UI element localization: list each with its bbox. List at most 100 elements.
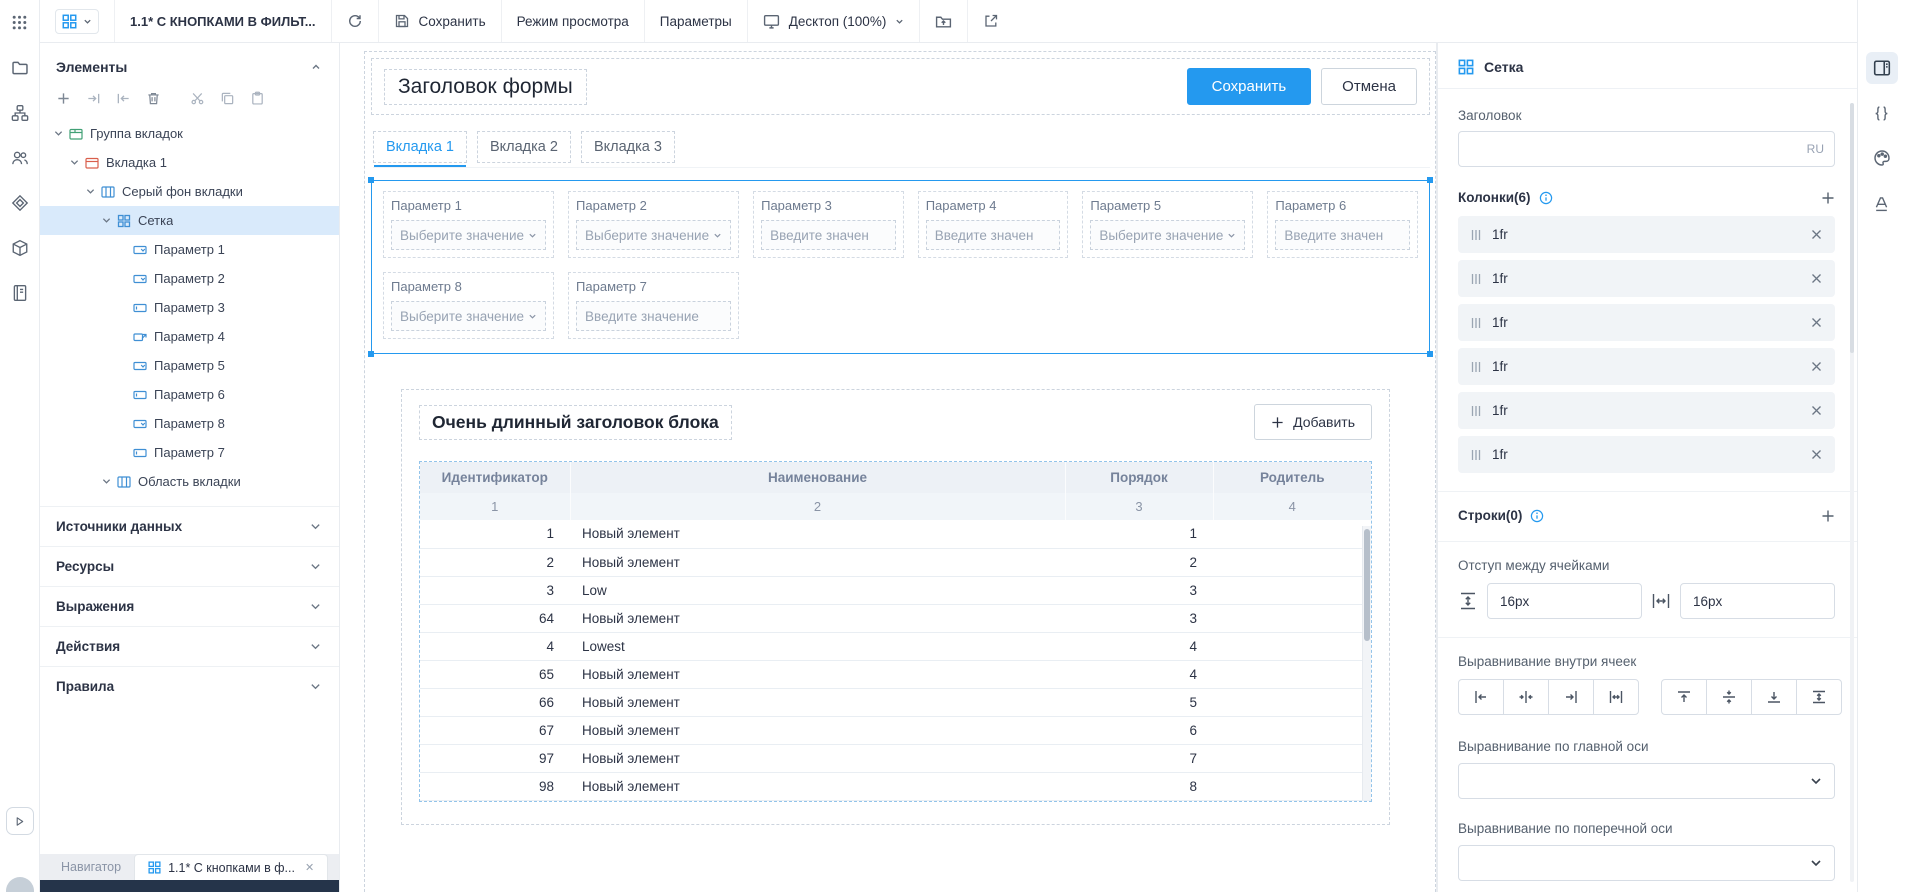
collapse-panel-icon[interactable] [311, 62, 321, 72]
table-scrollbar[interactable] [1362, 526, 1371, 800]
users-icon[interactable] [0, 135, 39, 180]
close-tab-icon[interactable]: ✕ [305, 861, 314, 874]
table-row[interactable]: 65 Новый элемент 4 [420, 660, 1371, 689]
resize-handle[interactable] [1427, 351, 1433, 357]
info-icon[interactable] [1539, 191, 1553, 205]
bottom-tab[interactable]: Навигатор [48, 854, 134, 880]
remove-column-button[interactable] [1811, 273, 1822, 284]
form-parameter[interactable]: Параметр 2 Выберите значение [568, 191, 740, 258]
remove-column-button[interactable] [1811, 361, 1822, 372]
code-braces-icon[interactable] [1866, 97, 1898, 129]
form-header-block[interactable]: Заголовок формы Сохранить Отмена [371, 58, 1430, 115]
tree-item[interactable]: Параметр 8 [40, 409, 339, 438]
form-parameter[interactable]: Параметр 1 Выберите значение [383, 191, 555, 258]
parameter-select[interactable]: Выберите значение [576, 220, 732, 250]
app-menu-button[interactable] [40, 0, 114, 42]
components-icon[interactable] [0, 90, 39, 135]
table-header-cell[interactable]: Порядок [1065, 462, 1214, 493]
remove-column-button[interactable] [1811, 229, 1822, 240]
table-header-cell[interactable]: Родитель [1213, 462, 1371, 493]
tree-item[interactable]: Параметр 2 [40, 264, 339, 293]
tree-item[interactable]: Параметр 5 [40, 351, 339, 380]
form-parameter[interactable]: Параметр 5 Выберите значение [1082, 191, 1254, 258]
save-button[interactable]: Сохранить [379, 0, 501, 42]
parameter-select[interactable]: Выберите значение [391, 301, 547, 331]
add-row-button[interactable] [1821, 509, 1835, 523]
grid-column-row[interactable]: 1fr [1458, 260, 1835, 297]
table-scrollbar-thumb[interactable] [1364, 529, 1370, 641]
table-row[interactable]: 66 Новый элемент 5 [420, 688, 1371, 717]
table-row[interactable]: 64 Новый элемент 3 [420, 604, 1371, 633]
add-element-button[interactable] [56, 91, 71, 106]
stretch-h-button[interactable] [1593, 679, 1639, 715]
inspector-scrollbar[interactable] [1850, 103, 1854, 882]
panel-section[interactable]: Выражения [40, 586, 339, 626]
align-center-v-button[interactable] [1706, 679, 1752, 715]
packages-icon[interactable] [0, 225, 39, 270]
align-right-button[interactable] [1548, 679, 1594, 715]
docs-icon[interactable] [0, 270, 39, 315]
bottom-tab[interactable]: 1.1* С кнопками в ф... ✕ [134, 854, 329, 880]
panel-section[interactable]: Ресурсы [40, 546, 339, 586]
remove-column-button[interactable] [1811, 405, 1822, 416]
remove-column-button[interactable] [1811, 317, 1822, 328]
align-top-button[interactable] [1661, 679, 1707, 715]
tab-content-area[interactable]: Очень длинный заголовок блока Добавить И… [401, 389, 1390, 825]
table-row[interactable]: 97 Новый элемент 7 [420, 744, 1371, 773]
tree-expand-icon[interactable] [98, 477, 114, 486]
preview-mode-button[interactable]: Режим просмотра [502, 0, 644, 42]
panel-section[interactable]: Действия [40, 626, 339, 666]
form-title[interactable]: 1.1* С КНОПКАМИ В ФИЛЬТ... [115, 0, 331, 42]
properties-panel-icon[interactable] [1865, 52, 1898, 84]
align-center-h-button[interactable] [1503, 679, 1549, 715]
drag-handle-icon[interactable] [1471, 405, 1481, 417]
table-row[interactable]: 3 Low 3 [420, 576, 1371, 605]
user-avatar[interactable] [5, 877, 34, 892]
tree-expand-icon[interactable] [50, 129, 66, 138]
tree-item[interactable]: Параметр 6 [40, 380, 339, 409]
row-gap-input[interactable]: 16px [1487, 583, 1642, 619]
parameter-input[interactable]: Введите значен [1275, 220, 1410, 250]
align-left-button[interactable] [1458, 679, 1504, 715]
tree-item[interactable]: Вкладка 1 [40, 148, 339, 177]
tree-item[interactable]: Параметр 3 [40, 293, 339, 322]
form-parameter[interactable]: Параметр 3 Введите значен [753, 191, 904, 258]
tree-item[interactable]: Область вкладки [40, 467, 339, 496]
canvas-tab[interactable]: Вкладка 1 [373, 131, 467, 167]
delete-element-button[interactable] [146, 91, 161, 106]
canvas-save-button[interactable]: Сохранить [1186, 68, 1312, 105]
projects-folder-icon[interactable] [0, 45, 39, 90]
inspector-scrollbar-thumb[interactable] [1850, 103, 1854, 353]
form-parameter[interactable]: Параметр 6 Введите значен [1267, 191, 1418, 258]
table-row[interactable]: 2 Новый элемент 2 [420, 548, 1371, 577]
form-parameter[interactable]: Параметр 7 Введите значение [568, 272, 740, 339]
add-row-button[interactable]: Добавить [1254, 404, 1372, 440]
move-into-button[interactable] [86, 91, 101, 106]
table-row[interactable]: 67 Новый элемент 6 [420, 716, 1371, 745]
parameter-input[interactable]: Введите значен [761, 220, 896, 250]
refresh-button[interactable] [332, 0, 378, 42]
parameter-input[interactable]: Введите значение [576, 301, 732, 331]
resize-handle[interactable] [368, 177, 374, 183]
form-parameter[interactable]: Параметр 4 Введите значен [917, 191, 1069, 258]
table-header-cell[interactable]: Наименование [570, 462, 1066, 493]
header-input[interactable]: RU [1458, 131, 1835, 167]
drag-handle-icon[interactable] [1471, 449, 1481, 461]
tree-expand-icon[interactable] [66, 158, 82, 167]
selected-grid-element[interactable]: Параметр 1 Выберите значение Параметр 2 Выб… [368, 177, 1433, 357]
tree-item[interactable]: Сетка [40, 206, 339, 235]
grid-column-row[interactable]: 1fr [1458, 392, 1835, 429]
info-icon[interactable] [1530, 509, 1544, 523]
device-selector[interactable]: Десктоп (100%) [748, 0, 920, 42]
parameters-button[interactable]: Параметры [645, 0, 747, 42]
drag-handle-icon[interactable] [1471, 317, 1481, 329]
panel-section[interactable]: Источники данных [40, 506, 339, 546]
tree-item[interactable]: Параметр 7 [40, 438, 339, 467]
move-out-button[interactable] [116, 91, 131, 106]
remove-column-button[interactable] [1811, 449, 1822, 460]
grid-column-row[interactable]: 1fr [1458, 304, 1835, 341]
tree-item[interactable]: Группа вкладок [40, 119, 339, 148]
table-row[interactable]: 1 Новый элемент 1 [420, 520, 1371, 549]
canvas-cancel-button[interactable]: Отмена [1321, 68, 1417, 105]
drag-handle-icon[interactable] [1471, 229, 1481, 241]
